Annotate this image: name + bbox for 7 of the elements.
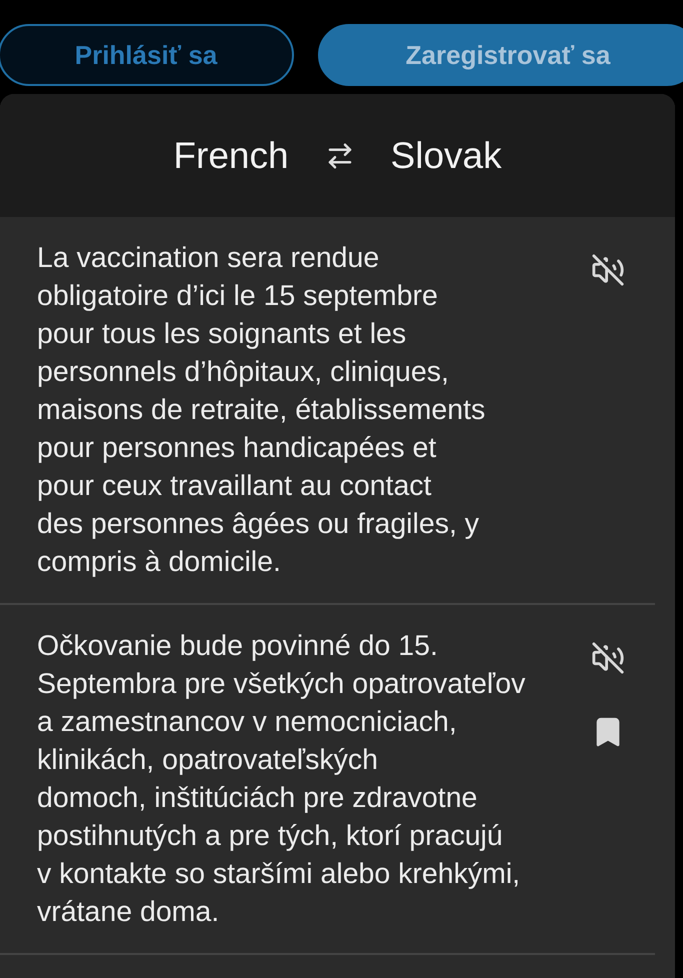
source-language[interactable]: French [173,134,289,176]
target-language[interactable]: Slovak [390,134,502,176]
mute-icon[interactable] [591,253,625,287]
translation-text: La vaccination sera rendue obligatoire d’ici le 15 septembre pour tous les soignants et les personnels d’hôpitaux, cliniques, maisons de retraite, établissements pour personnes handicapées et pour ceux travaillant au contact des personnes âgées ou fragiles, y compris à domicile. [37,241,486,580]
mute-icon[interactable] [591,641,625,675]
login-button[interactable]: Prihlásiť sa [0,24,294,86]
translation-text: Očkovanie bude povinné do 15. Septembra pre všetkých opatrovateľov a zamestnancov v nemocniciach, klinikách, opatrovateľských domoch, inštitúciách pre zdravotne postihnutých a pre tých, ktorí pracujú v kontakte so staršími alebo krehkými, vrátane doma. [37,629,526,930]
